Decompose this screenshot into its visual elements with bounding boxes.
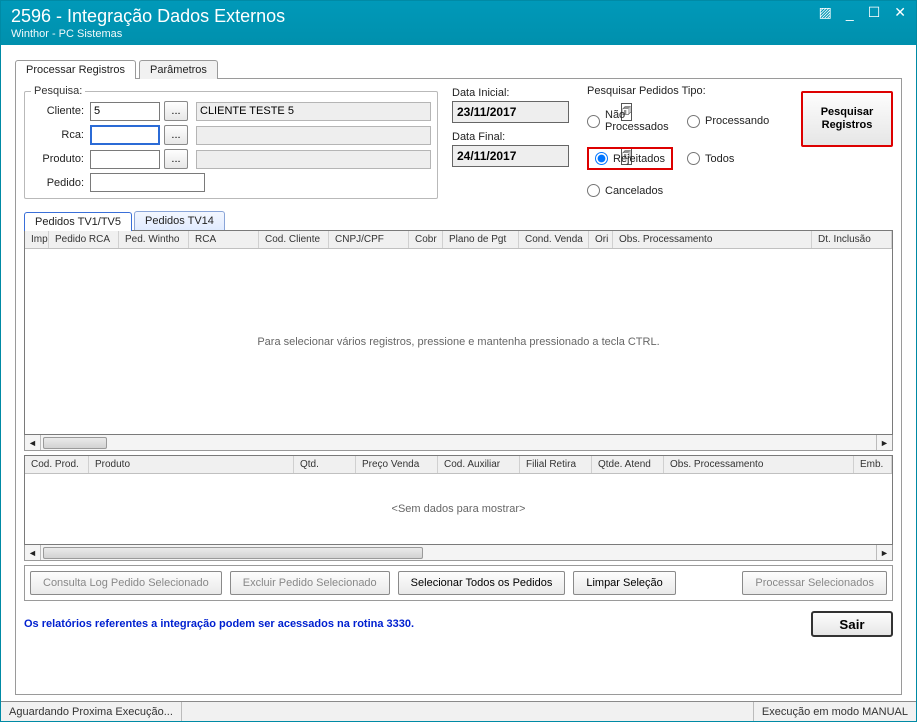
- grid-produtos[interactable]: Cod. Prod. Produto Qtd. Preço Venda Cod.…: [24, 455, 893, 545]
- pesquisa-legend: Pesquisa:: [31, 85, 85, 97]
- grid-hscroll[interactable]: ◄ ►: [24, 435, 893, 451]
- col-qtd[interactable]: Qtd.: [294, 456, 356, 473]
- scroll-right-icon[interactable]: ►: [876, 435, 892, 450]
- radio-cancelados-input[interactable]: [587, 184, 600, 197]
- col-cod-cliente[interactable]: Cod. Cliente: [259, 231, 329, 248]
- col-ped-wintho[interactable]: Ped. Wintho: [119, 231, 189, 248]
- main-panel: Pesquisa: Cliente: ... Rca: ... Produto:…: [15, 78, 902, 695]
- col-plano-pgt[interactable]: Plano de Pgt: [443, 231, 519, 248]
- pesquisar-registros-button[interactable]: Pesquisar Registros: [801, 91, 893, 147]
- window-subtitle: Winthor - PC Sistemas: [11, 28, 285, 40]
- radio-rejeitados[interactable]: Rejeitados: [595, 152, 665, 165]
- col-qtde-atend[interactable]: Qtde. Atend: [592, 456, 664, 473]
- scroll-left-icon[interactable]: ◄: [25, 545, 41, 560]
- col-cod-prod[interactable]: Cod. Prod.: [25, 456, 89, 473]
- rca-desc-display: [196, 126, 431, 145]
- window-title: 2596 - Integração Dados Externos: [11, 6, 285, 27]
- data-final-field[interactable]: 🗊: [452, 145, 569, 167]
- main-tabstrip: Processar Registros Parâmetros: [15, 59, 902, 78]
- radio-nao-processados[interactable]: Não Processados: [587, 109, 683, 133]
- col-obs-proc[interactable]: Obs. Processamento: [664, 456, 854, 473]
- radio-nao-processados-input[interactable]: [587, 115, 600, 128]
- excluir-button[interactable]: Excluir Pedido Selecionado: [230, 571, 390, 595]
- rca-label: Rca:: [31, 129, 86, 141]
- radio-rejeitados-label: Rejeitados: [613, 153, 665, 165]
- col-produto[interactable]: Produto: [89, 456, 294, 473]
- minimize-button[interactable]: _: [842, 4, 858, 22]
- col-cond-venda[interactable]: Cond. Venda: [519, 231, 589, 248]
- dates-block: Data Inicial: 🗊 Data Final: 🗊: [452, 85, 569, 199]
- limpar-selecao-button[interactable]: Limpar Seleção: [573, 571, 675, 595]
- radio-cancelados[interactable]: Cancelados: [587, 184, 683, 197]
- actions-bar: Consulta Log Pedido Selecionado Excluir …: [24, 565, 893, 601]
- col-imp[interactable]: Imp: [25, 231, 49, 248]
- pedido-label: Pedido:: [31, 177, 86, 189]
- radio-nao-processados-label: Não Processados: [605, 109, 683, 133]
- produto-label: Produto:: [31, 153, 86, 165]
- grid2-hscroll[interactable]: ◄ ►: [24, 545, 893, 561]
- grid-empty-text: <Sem dados para mostrar>: [25, 474, 892, 544]
- data-inicial-field[interactable]: 🗊: [452, 101, 569, 123]
- radio-cancelados-label: Cancelados: [605, 185, 663, 197]
- data-final-label: Data Final:: [452, 131, 569, 143]
- app-window: 2596 - Integração Dados Externos Winthor…: [0, 0, 917, 722]
- sair-button[interactable]: Sair: [811, 611, 893, 637]
- grid-registros[interactable]: Imp Pedido RCA Ped. Wintho RCA Cod. Clie…: [24, 230, 893, 435]
- col-rca[interactable]: RCA: [189, 231, 259, 248]
- maximize-button[interactable]: ☐: [864, 3, 885, 22]
- radio-todos-label: Todos: [705, 153, 734, 165]
- col-pedido-rca[interactable]: Pedido RCA: [49, 231, 119, 248]
- pesquisa-group: Pesquisa: Cliente: ... Rca: ... Produto:…: [24, 85, 438, 199]
- produto-lookup-button[interactable]: ...: [164, 149, 188, 169]
- radio-processando-label: Processando: [705, 115, 769, 127]
- produto-codigo-input[interactable]: [90, 150, 160, 169]
- col-dt-inclusao[interactable]: Dt. Inclusão: [812, 231, 892, 248]
- col-filial-retira[interactable]: Filial Retira: [520, 456, 592, 473]
- grid-hint: Para selecionar vários registros, pressi…: [25, 249, 892, 434]
- scroll-right-icon[interactable]: ►: [876, 545, 892, 560]
- edit-icon[interactable]: ▨: [815, 3, 836, 22]
- col-ori[interactable]: Ori: [589, 231, 613, 248]
- rca-codigo-input[interactable]: [90, 125, 160, 145]
- radio-todos[interactable]: Todos: [687, 147, 783, 170]
- cliente-desc-display: [196, 102, 431, 121]
- radio-processando[interactable]: Processando: [687, 109, 783, 133]
- status-right: Execução em modo MANUAL: [753, 702, 916, 721]
- produto-desc-display: [196, 150, 431, 169]
- cliente-codigo-input[interactable]: [90, 102, 160, 121]
- col-preco-venda[interactable]: Preço Venda: [356, 456, 438, 473]
- radio-todos-input[interactable]: [687, 152, 700, 165]
- col-cobr[interactable]: Cobr: [409, 231, 443, 248]
- selecionar-todos-button[interactable]: Selecionar Todos os Pedidos: [398, 571, 566, 595]
- status-left: Aguardando Proxima Execução...: [1, 702, 182, 721]
- info-text: Os relatórios referentes a integração po…: [24, 618, 414, 630]
- col-cod-auxiliar[interactable]: Cod. Auxiliar: [438, 456, 520, 473]
- col-emb[interactable]: Emb.: [854, 456, 892, 473]
- cliente-label: Cliente:: [31, 105, 86, 117]
- radio-processando-input[interactable]: [687, 115, 700, 128]
- col-obs[interactable]: Obs. Processamento: [613, 231, 812, 248]
- scroll-thumb[interactable]: [43, 547, 423, 559]
- sub-tabstrip: Pedidos TV1/TV5 Pedidos TV14: [24, 211, 893, 230]
- tab-pedidos-tv1-tv5[interactable]: Pedidos TV1/TV5: [24, 212, 132, 231]
- close-button[interactable]: ✕: [890, 3, 910, 22]
- tipo-group: Pesquisar Pedidos Tipo: Não Processados …: [583, 85, 787, 199]
- radio-rejeitados-input[interactable]: [595, 152, 608, 165]
- processar-selecionados-button[interactable]: Processar Selecionados: [742, 571, 887, 595]
- rca-lookup-button[interactable]: ...: [164, 125, 188, 145]
- statusbar: Aguardando Proxima Execução... Execução …: [1, 701, 916, 721]
- col-cnpj-cpf[interactable]: CNPJ/CPF: [329, 231, 409, 248]
- tipo-legend: Pesquisar Pedidos Tipo:: [587, 85, 783, 97]
- tab-pedidos-tv14[interactable]: Pedidos TV14: [134, 211, 225, 230]
- data-inicial-label: Data Inicial:: [452, 87, 569, 99]
- tab-processar-registros[interactable]: Processar Registros: [15, 60, 136, 79]
- titlebar: 2596 - Integração Dados Externos Winthor…: [1, 1, 916, 45]
- scroll-thumb[interactable]: [43, 437, 107, 449]
- tab-parametros[interactable]: Parâmetros: [139, 60, 218, 79]
- scroll-left-icon[interactable]: ◄: [25, 435, 41, 450]
- consulta-log-button[interactable]: Consulta Log Pedido Selecionado: [30, 571, 222, 595]
- cliente-lookup-button[interactable]: ...: [164, 101, 188, 121]
- pedido-input[interactable]: [90, 173, 205, 192]
